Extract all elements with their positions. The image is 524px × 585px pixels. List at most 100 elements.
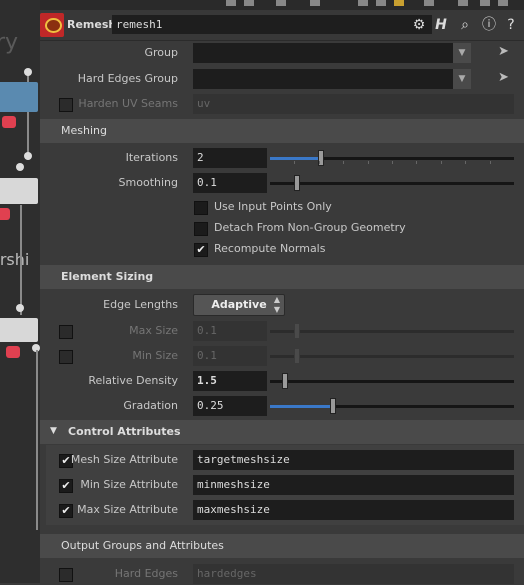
gear-icon[interactable]: ⚙: [410, 16, 428, 34]
max-size-row: Max Size 0.1: [40, 320, 524, 342]
slider-tick: [416, 161, 417, 164]
hard-edges-group-row: Hard Edges Group ▼ ➤: [40, 68, 524, 90]
max-size-slider[interactable]: [270, 323, 514, 339]
iterations-field[interactable]: 2: [193, 148, 267, 168]
collapse-triangle-icon[interactable]: ▼: [50, 426, 57, 436]
min-size-slider[interactable]: [270, 348, 514, 364]
harden-uv-seams-field[interactable]: uv: [193, 94, 514, 114]
edge-lengths-row: Edge Lengths Adaptive ▲ ▼: [40, 294, 524, 316]
hard-edges-label: Hard Edges: [114, 567, 178, 580]
slider-handle[interactable]: [294, 323, 300, 339]
min-size-attribute-toggle[interactable]: ✔: [59, 479, 73, 493]
network-wire: [20, 205, 22, 315]
relative-density-row: Relative Density 1.5: [40, 370, 524, 392]
meshing-section-title: Meshing: [61, 124, 107, 137]
mesh-size-attribute-field[interactable]: targetmeshsize: [193, 450, 514, 470]
max-size-toggle[interactable]: [59, 325, 73, 339]
hard-edges-toggle[interactable]: [59, 568, 73, 582]
smoothing-slider[interactable]: [270, 175, 514, 191]
detach-row: Detach From Non-Group Geometry: [40, 217, 524, 239]
slider-tick: [441, 161, 442, 164]
node-flag-icon: [0, 208, 10, 220]
edge-lengths-menu[interactable]: Adaptive ▲ ▼: [193, 294, 285, 316]
iterations-row: Iterations 2: [40, 147, 524, 169]
group-input[interactable]: ▼: [193, 43, 471, 63]
question-icon[interactable]: ?: [502, 16, 520, 34]
detach-checkbox[interactable]: [194, 222, 208, 236]
recompute-normals-checkbox[interactable]: ✔: [194, 243, 208, 257]
min-size-attribute-field[interactable]: minmeshsize: [193, 475, 514, 495]
connector-dot: [16, 163, 24, 171]
min-size-toggle[interactable]: [59, 350, 73, 364]
info-icon[interactable]: ⓘ: [480, 16, 498, 34]
control-attributes-section-title: Control Attributes: [68, 425, 181, 438]
remesh-node-icon[interactable]: [40, 13, 64, 37]
use-input-points-checkbox[interactable]: [194, 201, 208, 215]
use-input-points-row: Use Input Points Only: [40, 196, 524, 218]
select-arrow-icon[interactable]: ➤: [498, 70, 514, 86]
edge-lengths-value: Adaptive: [211, 298, 267, 311]
help-h-icon[interactable]: H: [432, 16, 450, 34]
top-toolbar-strip: [40, 0, 524, 10]
min-size-attribute-label: Min Size Attribute: [80, 478, 178, 491]
max-size-field[interactable]: 0.1: [193, 321, 267, 341]
smoothing-label: Smoothing: [118, 176, 178, 189]
harden-uv-seams-toggle[interactable]: [59, 98, 73, 112]
iterations-slider[interactable]: [270, 150, 514, 166]
slider-handle[interactable]: [294, 348, 300, 364]
hard-edges-group-label: Hard Edges Group: [77, 72, 178, 85]
max-size-attribute-toggle[interactable]: ✔: [59, 504, 73, 518]
network-node[interactable]: [0, 82, 38, 112]
search-icon[interactable]: ⌕: [456, 16, 474, 34]
control-attributes-section-header[interactable]: ▼ Control Attributes: [40, 420, 524, 444]
node-flag-icon: [2, 116, 16, 128]
group-row: Group ▼ ➤: [40, 42, 524, 64]
hard-edges-row: Hard Edges hardedges: [40, 563, 524, 585]
group-label: Group: [144, 46, 179, 59]
detach-label: Detach From Non-Group Geometry: [214, 221, 406, 234]
slider-handle[interactable]: [282, 373, 288, 389]
harden-uv-seams-row: Harden UV Seams uv: [40, 93, 524, 115]
slider-handle[interactable]: [330, 398, 336, 414]
slider-tick: [343, 161, 344, 164]
slider-tick: [392, 161, 393, 164]
smoothing-field[interactable]: 0.1: [193, 173, 267, 193]
select-arrow-icon[interactable]: ➤: [498, 44, 514, 60]
hard-edges-field[interactable]: hardedges: [193, 564, 514, 584]
mesh-size-attribute-label: Mesh Size Attribute: [70, 453, 178, 466]
connector-dot: [24, 68, 32, 76]
parameter-header: Remesh remesh1 ⚙ H ⌕ ⓘ ?: [40, 10, 524, 41]
edge-lengths-label: Edge Lengths: [103, 298, 178, 311]
slider-tick: [465, 161, 466, 164]
chevron-down-icon[interactable]: ▼: [453, 43, 471, 63]
harden-uv-seams-label: Harden UV Seams: [78, 97, 178, 110]
slider-tick: [319, 161, 320, 164]
network-bg-text: ry: [0, 30, 19, 55]
max-size-attribute-field[interactable]: maxmeshsize: [193, 500, 514, 520]
element-sizing-section-header[interactable]: Element Sizing: [40, 265, 524, 289]
gradation-field[interactable]: 0.25: [193, 396, 267, 416]
mesh-size-attribute-row: ✔ Mesh Size Attribute targetmeshsize: [40, 449, 524, 471]
network-editor-strip[interactable]: ry ershi: [0, 0, 40, 583]
relative-density-slider[interactable]: [270, 373, 514, 389]
slider-tick: [368, 161, 369, 164]
hard-edges-group-input[interactable]: ▼: [193, 69, 471, 89]
parameter-panel: Group ▼ ➤ Hard Edges Group ▼ ➤ Harden UV…: [40, 41, 524, 585]
up-down-arrows-icon: ▲ ▼: [273, 295, 280, 314]
chevron-down-icon[interactable]: ▼: [453, 69, 471, 89]
network-node[interactable]: [0, 178, 38, 204]
network-node[interactable]: [0, 318, 38, 342]
slider-tick: [294, 161, 295, 164]
gradation-row: Gradation 0.25: [40, 395, 524, 417]
node-name-field[interactable]: remesh1: [112, 15, 432, 34]
iterations-label: Iterations: [125, 151, 178, 164]
meshing-section-header[interactable]: Meshing: [40, 119, 524, 143]
min-size-attribute-row: ✔ Min Size Attribute minmeshsize: [40, 474, 524, 496]
slider-handle[interactable]: [294, 175, 300, 191]
min-size-field[interactable]: 0.1: [193, 346, 267, 366]
output-section-header[interactable]: Output Groups and Attributes: [40, 534, 524, 558]
recompute-normals-label: Recompute Normals: [214, 242, 326, 255]
relative-density-field[interactable]: 1.5: [193, 371, 267, 391]
gradation-slider[interactable]: [270, 398, 514, 414]
network-bg-text: ershi: [0, 250, 30, 269]
